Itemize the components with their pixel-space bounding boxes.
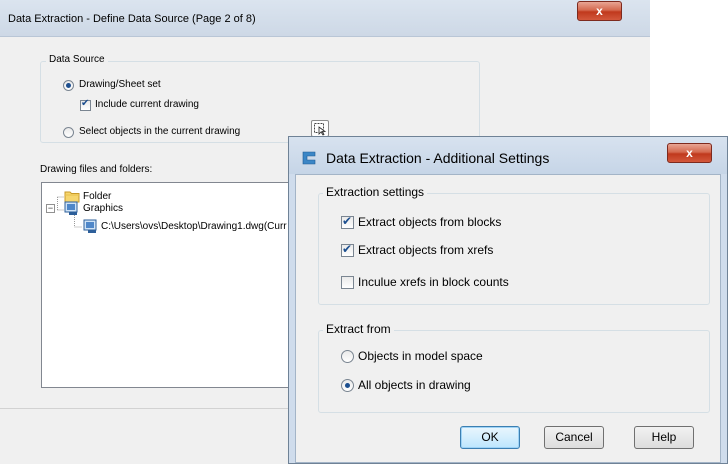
background-dialog-title: Data Extraction - Define Data Source (Pa… (8, 13, 256, 25)
data-source-legend: Data Source (46, 54, 108, 65)
dialog-body: Extraction settings Extract objects from… (295, 174, 721, 463)
dialog-title-bar: Data Extraction - Additional Settings x (289, 137, 727, 174)
cancel-button[interactable]: Cancel (544, 426, 604, 449)
drawing-sheet-set-label: Drawing/Sheet set (79, 79, 161, 90)
drawing-sheet-set-radio[interactable] (63, 80, 74, 91)
dialog-title: Data Extraction - Additional Settings (326, 150, 550, 166)
help-button[interactable]: Help (634, 426, 694, 449)
tree-item-drawing[interactable]: C:\Users\ovs\Desktop\Drawing1.dwg(Curr (101, 221, 287, 232)
extract-blocks-checkbox[interactable] (341, 214, 354, 229)
extract-blocks-label: Extract objects from blocks (358, 215, 502, 229)
select-objects-radio[interactable] (63, 127, 74, 138)
include-current-drawing-label: Include current drawing (95, 99, 199, 110)
dialog-close-button[interactable]: x (667, 143, 712, 163)
background-close-button[interactable]: x (577, 1, 622, 21)
extract-xrefs-label: Extract objects from xrefs (358, 243, 494, 257)
ok-button[interactable]: OK (460, 426, 520, 449)
extract-from-legend: Extract from (323, 322, 394, 336)
tree-lines (57, 196, 82, 228)
tree-item-graphics[interactable]: Graphics (83, 203, 123, 214)
all-objects-radio[interactable] (341, 379, 354, 392)
drawing-file-icon (83, 219, 99, 237)
all-objects-label: All objects in drawing (358, 378, 471, 392)
drawing-files-tree[interactable]: Folder − Graphics C:\Users\ovs\Desktop\D… (41, 182, 299, 388)
app-logo-icon (301, 151, 317, 168)
extraction-settings-legend: Extraction settings (323, 185, 428, 199)
model-space-label: Objects in model space (358, 349, 483, 363)
extract-xrefs-checkbox[interactable] (341, 242, 354, 257)
background-title-bar: Data Extraction - Define Data Source (Pa… (0, 0, 650, 37)
tree-item-folder[interactable]: Folder (83, 191, 111, 202)
model-space-radio[interactable] (341, 350, 354, 363)
select-objects-button[interactable] (311, 120, 329, 137)
graphics-icon (64, 201, 80, 219)
include-xrefs-label: Inculue xrefs in block counts (358, 275, 509, 289)
additional-settings-dialog: Data Extraction - Additional Settings x … (288, 136, 728, 464)
select-objects-icon (314, 123, 327, 136)
collapse-toggle-icon[interactable]: − (46, 204, 55, 213)
include-current-drawing-checkbox[interactable] (80, 98, 91, 111)
extract-from-group: Extract from (318, 322, 710, 413)
drawing-files-label: Drawing files and folders: (40, 164, 153, 175)
include-xrefs-checkbox[interactable] (341, 276, 354, 289)
select-objects-label: Select objects in the current drawing (79, 126, 241, 137)
